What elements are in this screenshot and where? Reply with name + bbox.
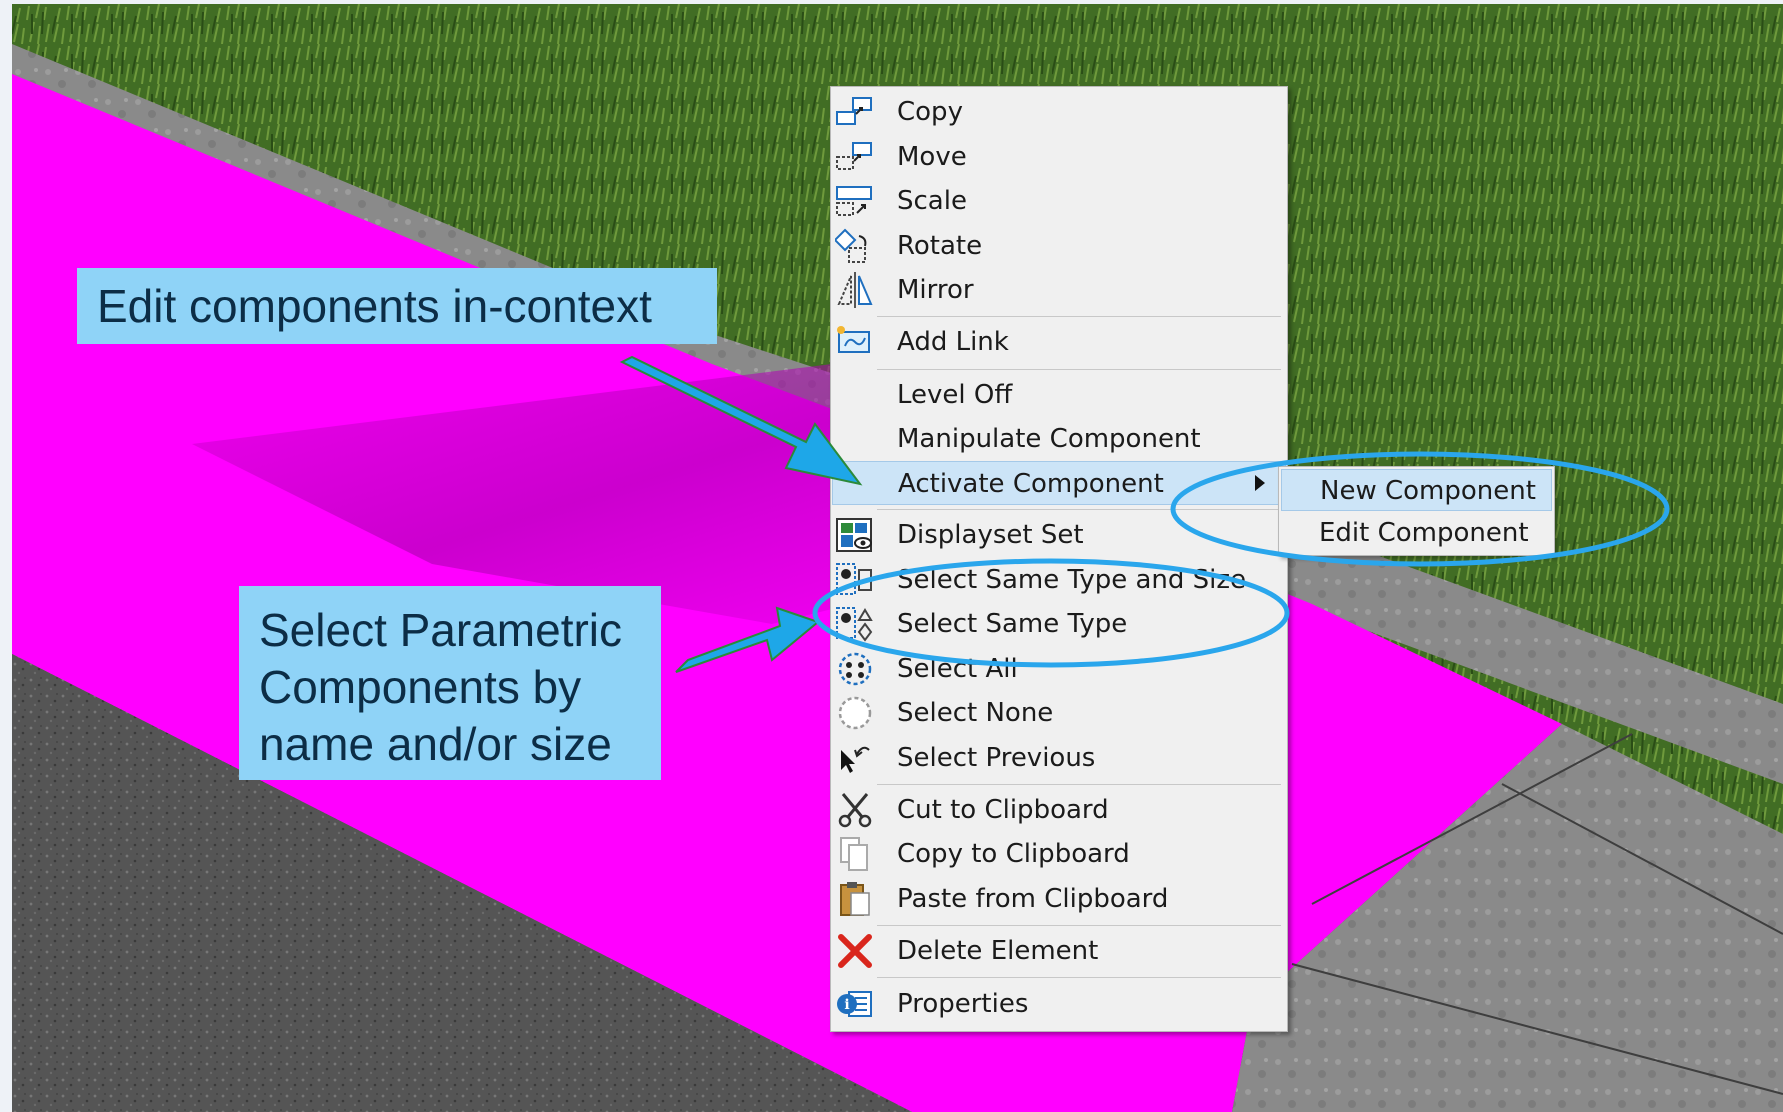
menu-label: Rotate [897,231,983,261]
menu-label: Level Off [897,380,1013,410]
menu-label: Mirror [897,275,974,305]
menu-separator [877,784,1281,785]
menu-label: Select All [897,654,1018,684]
menu-label: Delete Element [897,936,1099,966]
menu-label: Select None [897,698,1054,728]
menu-item-activate-component[interactable]: Activate Component [832,461,1286,505]
callout-edit-in-context: Edit components in-context [77,268,717,344]
menu-item-select-all[interactable]: Select All [832,647,1286,691]
callout-select-parametric: Select Parametric Components by name and… [239,586,661,780]
select-same-type-size-icon [836,563,872,595]
menu-label: Copy [897,97,963,127]
submenu-item-new-component[interactable]: New Component [1281,469,1552,511]
select-all-icon [838,652,872,686]
menu-separator [877,369,1281,370]
menu-label: Manipulate Component [897,424,1201,454]
copy-icon [836,97,872,125]
callout-line-1: Select Parametric [259,604,623,656]
menu-label: Displayset Set [897,520,1084,550]
submenu-activate-component: New Component Edit Component [1278,466,1555,556]
displayset-icon [836,518,872,552]
menu-item-displayset-set[interactable]: Displayset Set [832,513,1286,557]
menu-item-rotate[interactable]: Rotate [832,224,1286,268]
menu-label: Select Previous [897,743,1096,773]
menu-label: Move [897,142,967,172]
menu-separator [877,925,1281,926]
menu-label: Select Same Type and Size [897,565,1247,595]
mirror-icon [837,272,873,308]
menu-label: Cut to Clipboard [897,795,1109,825]
menu-item-copy-to-clipboard[interactable]: Copy to Clipboard [832,832,1286,876]
scissors-icon [838,793,872,828]
menu-label: Scale [897,186,967,216]
menu-item-scale[interactable]: Scale [832,179,1286,223]
menu-item-select-same-type-and-size[interactable]: Select Same Type and Size [832,558,1286,602]
menu-item-cut-to-clipboard[interactable]: Cut to Clipboard [832,788,1286,832]
menu-separator [877,316,1281,317]
menu-label: Paste from Clipboard [897,884,1169,914]
menu-item-move[interactable]: Move [832,135,1286,179]
menu-item-manipulate-component[interactable]: Manipulate Component [832,417,1286,461]
menu-item-mirror[interactable]: Mirror [832,268,1286,312]
menu-item-paste-from-clipboard[interactable]: Paste from Clipboard [832,877,1286,921]
svg-text:i: i [844,997,849,1013]
menu-label: Copy to Clipboard [897,839,1130,869]
select-none-icon [838,696,872,730]
rotate-icon [835,228,867,263]
menu-label: Properties [897,989,1029,1019]
context-menu: Copy Move Scale Rotate Mirror Add Link L… [830,86,1288,1032]
link-icon [837,326,870,353]
menu-item-select-previous[interactable]: Select Previous [832,736,1286,780]
menu-label: Add Link [897,327,1009,357]
submenu-arrow-icon [1255,475,1265,491]
menu-item-select-same-type[interactable]: Select Same Type [832,602,1286,646]
callout-line-2: Components by [259,661,582,713]
menu-item-add-link[interactable]: Add Link [832,320,1286,364]
scale-icon [836,186,872,216]
copy-document-icon [840,837,868,871]
move-icon [836,142,872,170]
menu-separator [877,509,1281,510]
properties-icon: i [837,991,872,1017]
menu-item-select-none[interactable]: Select None [832,691,1286,735]
menu-label: Activate Component [898,469,1164,499]
callout-line-3: name and/or size [259,718,612,770]
delete-x-icon [838,934,872,968]
submenu-item-edit-component[interactable]: Edit Component [1281,512,1552,554]
menu-item-properties[interactable]: i Properties [832,982,1286,1026]
menu-item-copy[interactable]: Copy [832,90,1286,134]
select-previous-icon [841,746,870,773]
menu-separator [877,977,1281,978]
submenu-label: Edit Component [1319,518,1529,548]
select-same-type-icon [836,607,873,642]
menu-label: Select Same Type [897,609,1128,639]
submenu-label: New Component [1320,476,1536,506]
menu-item-delete-element[interactable]: Delete Element [832,929,1286,973]
menu-item-level-off[interactable]: Level Off [832,373,1286,417]
clipboard-icon [840,882,870,916]
